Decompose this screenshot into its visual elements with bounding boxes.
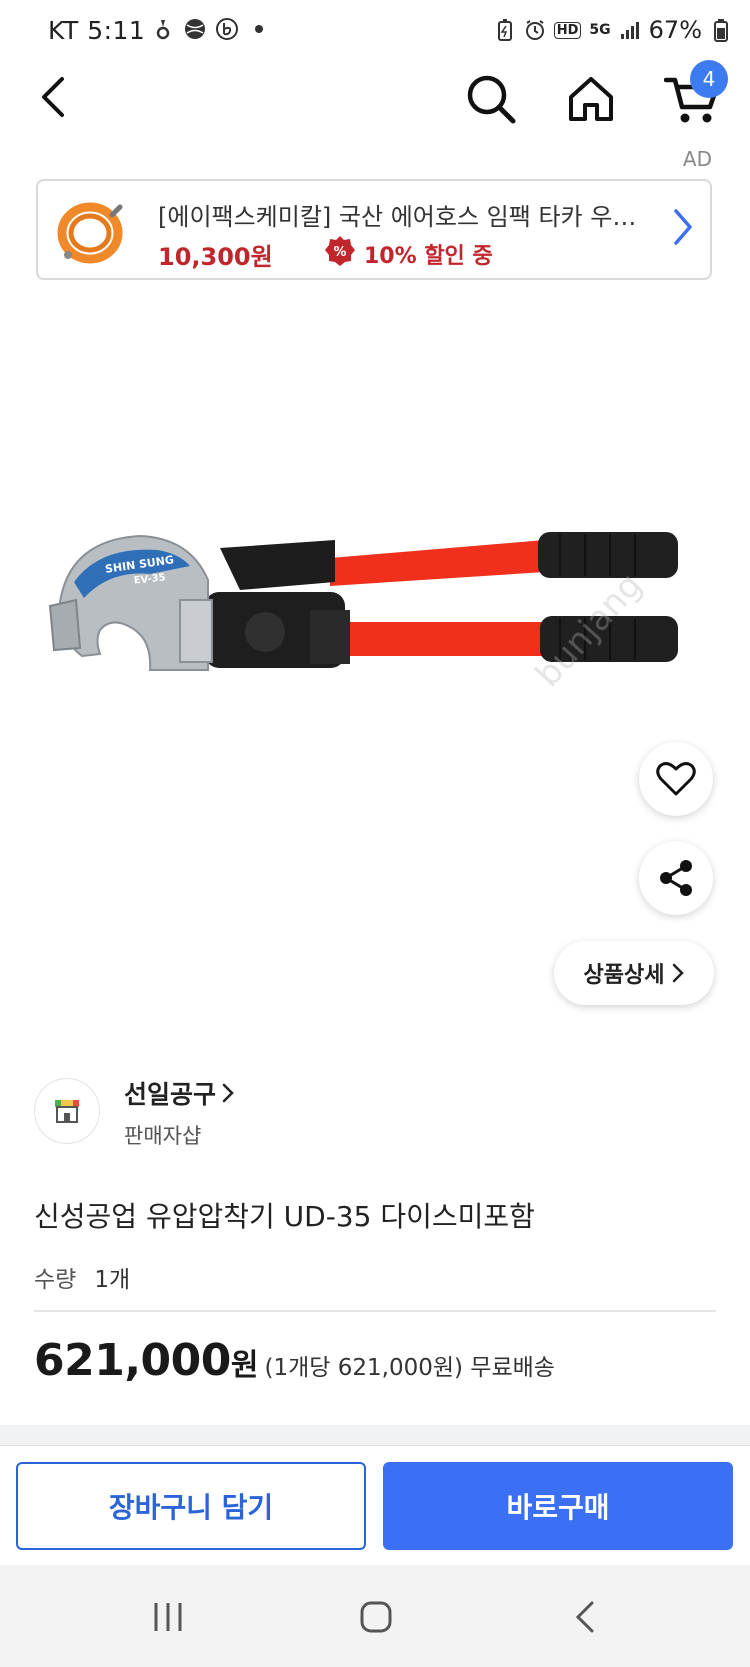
price-amount: 621,000 [34,1335,231,1386]
upper-handle [330,540,545,586]
discount-badge-icon: % [324,235,356,267]
notification-icon [152,18,174,40]
recent-apps-button[interactable] [138,1595,198,1639]
product-detail-button[interactable]: 상품상세 [554,941,714,1005]
ball-icon [184,18,206,40]
back-nav-icon [575,1601,594,1633]
ad-product-thumbnail [54,195,126,267]
price-info: (1개당 621,000원) 무료배송 [264,1355,555,1381]
product-title: 신성공업 유압압착기 UD-35 다이스미포함 [34,1200,535,1233]
chevron-right-icon [673,963,685,983]
recent-apps-icon [154,1603,182,1631]
seller-type: 판매자샵 [124,1124,202,1148]
price-unit: 원 [230,1348,259,1383]
battery-saver-icon [494,19,516,41]
buy-now-button[interactable]: 바로구매 [383,1462,733,1550]
back-arrow-icon [42,77,64,117]
home-nav-icon [360,1601,392,1633]
back-nav-button[interactable] [556,1595,616,1639]
product-detail-label: 상품상세 [583,963,665,988]
quantity-row: 수량 1개 [34,1260,130,1294]
discount-badge-symbol: % [333,245,346,260]
network-type: 5G [589,22,611,38]
cart-count-badge: 4 [690,60,728,98]
ad-discount: 10% 할인 중 [364,244,493,269]
bottom-action-bar: 장바구니 담기 바로구매 [0,1445,750,1566]
shop-icon [55,1100,79,1123]
ad-chevron-right-icon [672,207,694,251]
quantity-value: 1개 [94,1267,131,1293]
ad-banner[interactable]: [에이팩스케미칼] 국산 에어호스 임팩 타카 우레탄 10,300원 % 10… [36,179,712,280]
status-bar: KT 5:11 HD 5G 67% [0,0,750,62]
signal-icon [619,19,641,41]
home-button[interactable] [562,70,620,128]
heart-icon [656,762,696,796]
home-icon [569,77,613,121]
section-separator [0,1425,750,1445]
status-left-icons [152,18,270,40]
divider [34,1310,716,1312]
pump-lever [220,540,335,590]
cart-button[interactable]: 4 [662,60,728,128]
search-button[interactable] [462,70,520,128]
search-icon [467,75,516,124]
quantity-label: 수량 [34,1267,77,1293]
system-nav-bar [0,1565,750,1667]
like-button[interactable] [639,742,713,816]
home-nav-button[interactable] [346,1595,406,1639]
add-to-cart-button[interactable]: 장바구니 담기 [16,1462,366,1550]
air-hose-icon [57,202,123,264]
ad-price: 10,300원 [158,243,273,271]
share-icon [660,860,692,896]
chevron-right-icon [222,1083,234,1103]
battery-percent: 67% [648,16,702,44]
share-button[interactable] [639,841,713,915]
app-bar: 4 [0,60,750,137]
status-right-icons: HD 5G 67% [494,16,732,44]
hd-badge: HD [553,21,582,39]
price-row: 621,000 원 (1개당 621,000원) 무료배송 [34,1335,555,1386]
back-button[interactable] [28,72,78,122]
battery-icon [710,19,732,42]
dot-icon [248,18,270,40]
ad-title: [에이팩스케미칼] 국산 에어호스 임팩 타카 우레탄 [158,203,638,231]
lower-handle [340,622,550,656]
seller-name-link[interactable]: 선일공구 [124,1075,234,1111]
ad-label: AD [682,147,712,171]
seller-avatar[interactable] [34,1078,100,1144]
b-app-icon [216,18,238,40]
alarm-icon [524,19,546,41]
seller-name: 선일공구 [124,1080,217,1109]
status-time: KT 5:11 [48,16,146,45]
